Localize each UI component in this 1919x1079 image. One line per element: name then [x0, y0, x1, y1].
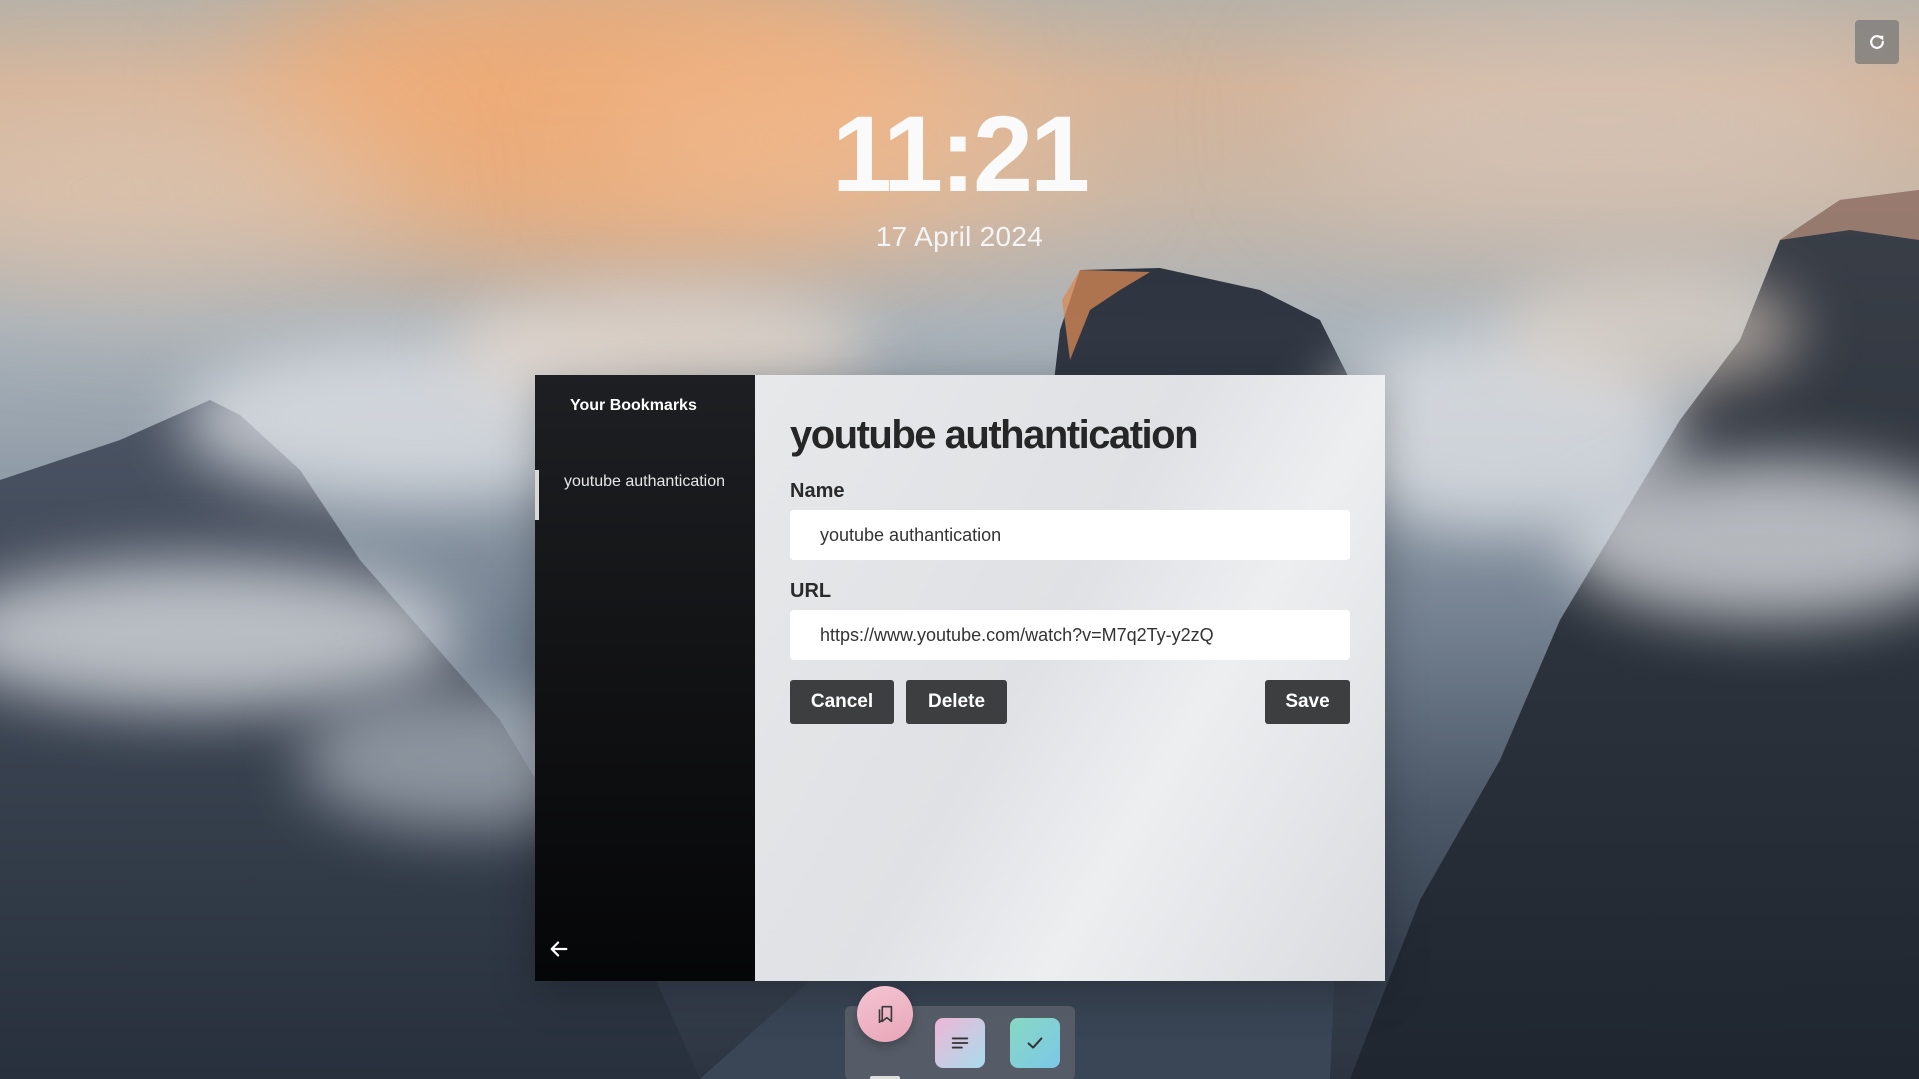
save-button[interactable]: Save — [1265, 680, 1350, 724]
url-label: URL — [790, 580, 832, 602]
clock-date: 17 April 2024 — [875, 221, 1044, 252]
sidebar-item-label: youtube authantication — [564, 473, 726, 490]
dock-todo-button[interactable] — [1010, 1018, 1060, 1068]
url-field[interactable] — [790, 610, 1350, 660]
clock-time: 11:21 — [831, 93, 1090, 214]
bookmark-icon — [878, 1005, 893, 1024]
dock-notes-button[interactable] — [935, 1018, 985, 1068]
bookmark-editor: youtube authantication Name URL Cancel D… — [755, 375, 1385, 981]
bookmarks-panel: Your Bookmarks youtube authantication yo… — [535, 375, 1385, 981]
name-field[interactable] — [790, 510, 1350, 560]
dock — [845, 986, 1075, 1079]
editor-title: youtube authantication — [790, 413, 1199, 457]
sidebar-title: Your Bookmarks — [570, 397, 697, 414]
sidebar-item-bookmark[interactable]: youtube authantication — [535, 470, 755, 520]
refresh-icon — [1870, 35, 1884, 49]
back-button[interactable] — [545, 935, 573, 963]
check-icon — [1027, 1037, 1043, 1049]
cancel-button[interactable]: Cancel — [790, 680, 894, 724]
delete-button[interactable]: Delete — [906, 680, 1007, 724]
arrow-left-icon — [550, 941, 568, 957]
notes-icon — [951, 1037, 969, 1049]
dock-bookmarks-button[interactable] — [857, 986, 913, 1042]
refresh-button[interactable] — [1855, 20, 1899, 64]
name-label: Name — [790, 480, 845, 502]
bookmarks-sidebar: Your Bookmarks youtube authantication — [535, 375, 755, 981]
